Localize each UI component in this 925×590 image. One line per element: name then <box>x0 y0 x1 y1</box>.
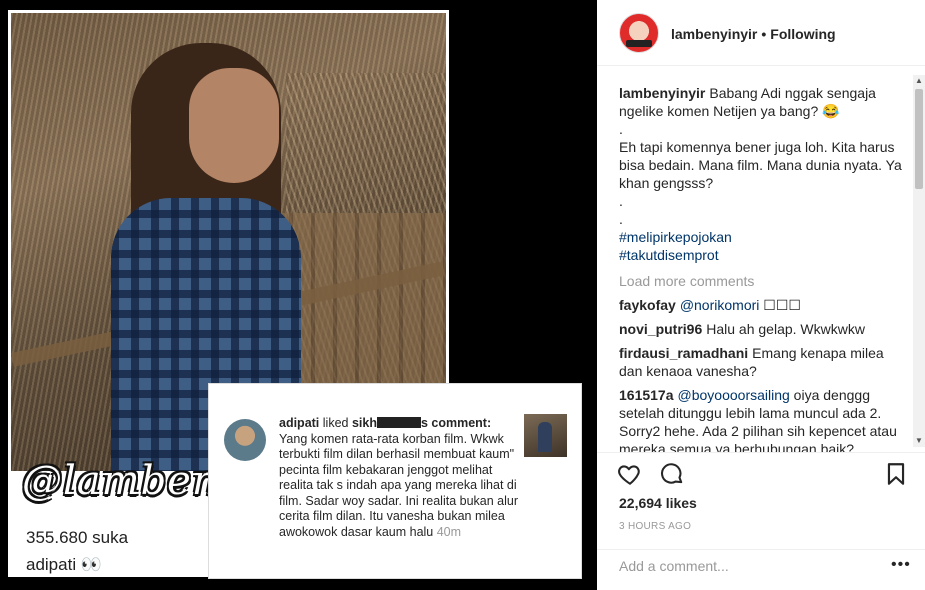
hashtag-link[interactable]: #melipirkepojokan <box>619 229 732 245</box>
hashtag-link[interactable]: #takutdisemprot <box>619 247 719 263</box>
post-side-panel: lambenyinyir • Following lambenyinyir Baban… <box>597 0 925 590</box>
add-comment-input[interactable] <box>619 558 869 574</box>
notification-screenshot: adipati liked sikh s comment: Yang komen … <box>208 383 582 579</box>
comments-scrollbar[interactable]: ▲ ▼ <box>913 75 925 447</box>
following-button[interactable]: Following <box>770 26 835 42</box>
post-media: @lambenyinyir 355.680 suka adipati 👀 adi… <box>0 0 597 590</box>
redaction-bar <box>376 417 421 428</box>
comment-item: faykofay @norikomori ☐☐☐ <box>619 296 909 314</box>
notification-text: adipati liked sikh s comment: Yang komen … <box>279 416 519 539</box>
likes-count[interactable]: 22,694 likes <box>619 495 697 511</box>
comment-username[interactable]: faykofay <box>619 297 676 313</box>
comment-mention[interactable]: @norikomori <box>680 297 760 313</box>
post-actions: 22,694 likes 3 HOURS AGO ••• <box>597 452 925 586</box>
scroll-up-arrow-icon[interactable]: ▲ <box>913 75 925 87</box>
caption-line: Eh tapi komennya bener juga loh. Kita ha… <box>619 139 902 191</box>
comment-item: 161517a @boyoooorsailing oiya denggg sete… <box>619 386 909 452</box>
comment-text: ☐☐☐ <box>759 297 801 313</box>
add-comment-bar: ••• <box>597 549 925 587</box>
comment-mention[interactable]: @boyoooorsailing <box>678 387 790 403</box>
scroll-thumb[interactable] <box>915 89 923 189</box>
caption-line: . <box>619 211 623 227</box>
caption-username[interactable]: lambenyinyir <box>619 85 705 101</box>
caption-line: . <box>619 193 623 209</box>
notification-thumbnail <box>524 414 567 457</box>
comment-icon[interactable] <box>659 461 685 487</box>
comment-item: firdausi_ramadhani Emang kenapa milea dan… <box>619 344 909 380</box>
comment-username[interactable]: novi_putri96 <box>619 321 702 337</box>
comment-username[interactable]: 161517a <box>619 387 674 403</box>
comment-item: novi_putri96 Halu ah gelap. Wkwkwkw <box>619 320 909 338</box>
collage-likes: 355.680 suka <box>26 528 129 547</box>
notification-user: adipati <box>279 416 320 430</box>
header-separator: • <box>761 26 767 42</box>
notification-time: 40m <box>436 524 462 539</box>
scroll-down-arrow-icon[interactable]: ▼ <box>913 435 925 447</box>
avatar[interactable] <box>619 13 659 53</box>
load-more-comments-button[interactable]: Load more comments <box>619 272 909 290</box>
header-username[interactable]: lambenyinyir <box>671 26 757 42</box>
post-header: lambenyinyir • Following <box>597 0 925 66</box>
more-options-icon[interactable]: ••• <box>891 556 911 574</box>
collage-caption: adipati 👀 <box>26 555 102 574</box>
notification-commenter: sikh s comment: <box>351 416 492 430</box>
heart-icon[interactable] <box>617 461 643 487</box>
notification-avatar <box>224 419 266 461</box>
post-timestamp: 3 HOURS AGO <box>619 521 692 532</box>
instagram-post-view: @lambenyinyir 355.680 suka adipati 👀 adi… <box>0 0 925 590</box>
notification-body: Yang komen rata-rata korban film. Wkwk t… <box>279 431 519 539</box>
comment-text: Halu ah gelap. Wkwkwkw <box>706 321 865 337</box>
caption-line: . <box>619 121 623 137</box>
caption: lambenyinyir Babang Adi nggak sengaja nge… <box>619 84 909 264</box>
comments-list: lambenyinyir Babang Adi nggak sengaja nge… <box>619 84 909 452</box>
comment-username[interactable]: firdausi_ramadhani <box>619 345 748 361</box>
bookmark-icon[interactable] <box>883 461 909 487</box>
